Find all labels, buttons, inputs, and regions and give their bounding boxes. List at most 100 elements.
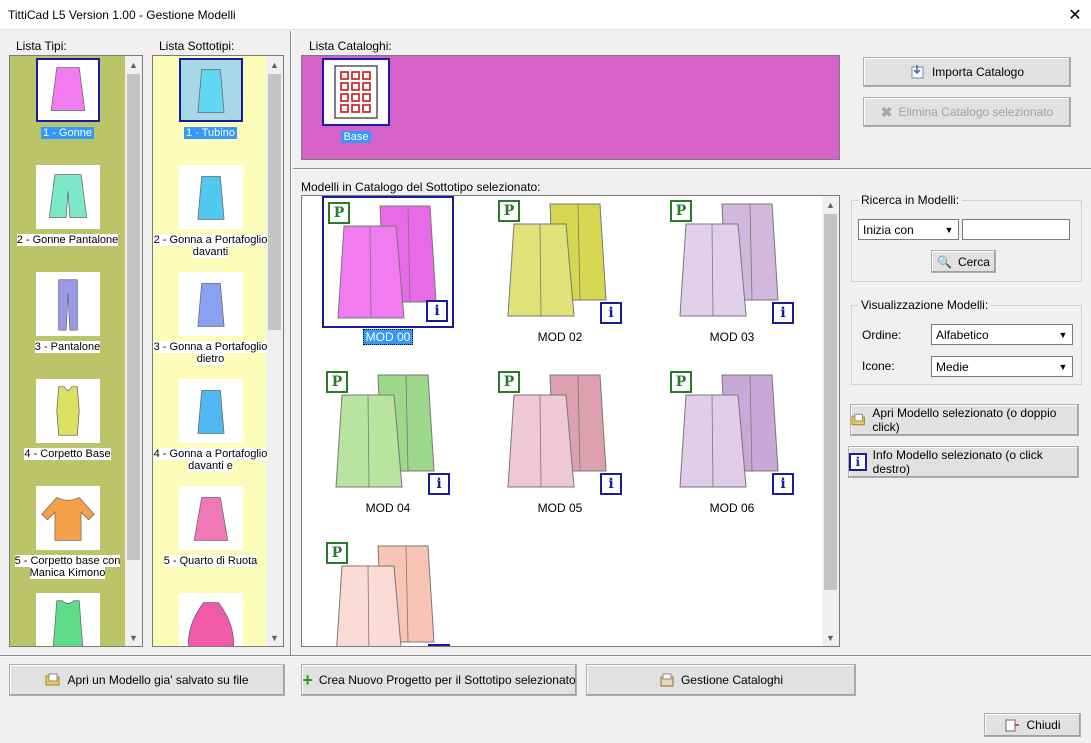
model-label: MOD 04: [365, 501, 411, 515]
garment-thumbnail: [178, 165, 243, 229]
scroll-up-icon[interactable]: ▲: [266, 56, 283, 73]
info-icon[interactable]: i: [772, 302, 794, 324]
model-thumbnail: Pi: [494, 367, 626, 499]
list-item[interactable]: 2 - Gonne Pantalone: [10, 165, 125, 246]
crea-progetto-button[interactable]: + Crea Nuovo Progetto per il Sottotipo s…: [301, 664, 577, 696]
model-label: MOD 06: [709, 501, 755, 515]
info-icon[interactable]: i: [428, 644, 450, 646]
list-item[interactable]: 1 - Gonne: [10, 58, 125, 139]
garment-thumbnail: [178, 593, 243, 646]
model-thumbnail: Pi: [322, 538, 454, 646]
list-item[interactable]: 3 - Pantalone: [10, 272, 125, 353]
catalog-grid-icon: [322, 58, 390, 126]
tipi-scrollbar[interactable]: ▲ ▼: [125, 56, 142, 646]
scroll-thumb[interactable]: [127, 74, 140, 560]
project-badge-icon: P: [498, 371, 520, 393]
list-item[interactable]: 1 - Tubino: [153, 58, 268, 139]
ricerca-mode-select[interactable]: Inizia con ▼: [858, 219, 959, 240]
list-item[interactable]: [153, 593, 268, 646]
import-icon: [911, 65, 924, 79]
scroll-down-icon[interactable]: ▼: [125, 629, 142, 646]
delete-x-icon: ✖: [880, 103, 893, 120]
modelli-list[interactable]: ▲ ▼ Pi MOD 00 Pi MOD 02 Pi MOD 03 Pi MOD 04 Pi MO…: [301, 195, 840, 647]
tipi-list[interactable]: ▲ ▼ 1 - Gonne 2 - Gonne Pantalone 3 - Pant…: [9, 55, 143, 647]
chevron-down-icon: ▼: [1058, 329, 1068, 340]
garment-thumbnail: [35, 272, 100, 336]
icone-select[interactable]: Medie ▼: [931, 356, 1073, 377]
scroll-up-icon[interactable]: ▲: [822, 196, 839, 213]
garment-thumbnail: [35, 486, 100, 550]
apri-modello-label: Apri Modello selezionato (o doppio click…: [872, 406, 1057, 434]
info-icon[interactable]: i: [772, 473, 794, 495]
ricerca-text-input[interactable]: [962, 219, 1070, 240]
catalog-label: Base: [341, 131, 371, 143]
tipi-label: Lista Tipi:: [16, 39, 67, 53]
cataloghi-label: Lista Cataloghi:: [309, 39, 392, 53]
list-item[interactable]: 3 - Gonna a Portafoglio dietro: [153, 272, 268, 365]
chiudi-label: Chiudi: [1026, 718, 1061, 732]
visualizzazione-label: Visualizzazione Modelli:: [858, 298, 992, 312]
modelli-label: Modelli in Catalogo del Sottotipo selezi…: [301, 180, 541, 194]
gestione-label: Gestione Cataloghi: [680, 673, 784, 687]
model-label: MOD 03: [709, 330, 755, 344]
scroll-thumb[interactable]: [268, 74, 281, 330]
importa-label: Importa Catalogo: [931, 65, 1025, 79]
elimina-label: Elimina Catalogo selezionato: [898, 105, 1054, 119]
chiudi-button[interactable]: Chiudi: [984, 713, 1081, 737]
sottotipi-list[interactable]: ▲ ▼ 1 - Tubino 2 - Gonna a Portafoglio da…: [152, 55, 284, 647]
garment-thumbnail: [35, 58, 100, 122]
list-item[interactable]: [10, 593, 125, 646]
info-modello-button[interactable]: i Info Modello selezionato (o click dest…: [848, 446, 1079, 478]
ordine-label: Ordine:: [862, 328, 902, 342]
info-icon[interactable]: i: [428, 473, 450, 495]
list-item[interactable]: 2 - Gonna a Portafoglio davanti: [153, 165, 268, 258]
garment-thumbnail: [35, 593, 100, 646]
scroll-down-icon[interactable]: ▼: [822, 629, 839, 646]
gestione-cataloghi-button[interactable]: Gestione Cataloghi: [586, 664, 856, 696]
model-thumbnail: Pi: [666, 196, 798, 328]
model-thumbnail: Pi: [322, 367, 454, 499]
project-badge-icon: P: [326, 371, 348, 393]
project-badge-icon: P: [498, 200, 520, 222]
elimina-catalogo-button[interactable]: ✖ Elimina Catalogo selezionato: [863, 97, 1071, 127]
cerca-label: Cerca: [957, 254, 990, 269]
info-icon[interactable]: i: [600, 473, 622, 495]
list-item[interactable]: 5 - Corpetto base con Manica Kimono: [10, 486, 125, 579]
apri-modello-button[interactable]: Apri Modello selezionato (o doppio click…: [850, 404, 1079, 436]
list-item-label: 5 - Corpetto base con Manica Kimono: [14, 555, 121, 579]
garment-thumbnail: [178, 58, 243, 122]
list-item[interactable]: 4 - Gonna a Portafoglio davanti e: [153, 379, 268, 472]
title-bar: TittiCad L5 Version 1.00 - Gestione Mode…: [0, 0, 1091, 30]
model-label: MOD 00: [322, 329, 454, 345]
catalog-item-base[interactable]: Base: [322, 58, 390, 143]
catalog-manage-icon: [660, 673, 674, 687]
info-icon[interactable]: i: [426, 300, 448, 322]
project-badge-icon: P: [326, 542, 348, 564]
list-item-label: 2 - Gonna a Portafoglio davanti: [153, 234, 268, 258]
model-thumbnail: Pi: [666, 367, 798, 499]
list-item-label: 1 - Tubino: [184, 127, 237, 139]
scroll-thumb[interactable]: [824, 214, 837, 590]
scroll-down-icon[interactable]: ▼: [266, 629, 283, 646]
open-folder-icon: [851, 413, 865, 426]
chevron-down-icon: ▼: [1058, 361, 1068, 372]
apri-file-label: Apri un Modello gia' salvato su file: [67, 673, 249, 687]
scroll-up-icon[interactable]: ▲: [125, 56, 142, 73]
list-item-label: 1 - Gonne: [41, 127, 94, 139]
list-item[interactable]: 5 - Quarto di Ruota: [153, 486, 268, 567]
garment-thumbnail: [178, 379, 243, 443]
list-item-label: 3 - Gonna a Portafoglio dietro: [153, 341, 268, 365]
project-badge-icon: P: [670, 200, 692, 222]
info-icon[interactable]: i: [600, 302, 622, 324]
sottotipi-scrollbar[interactable]: ▲ ▼: [266, 56, 283, 646]
cerca-button[interactable]: 🔍 Cerca: [931, 250, 996, 273]
importa-catalogo-button[interactable]: Importa Catalogo: [863, 57, 1071, 87]
cataloghi-list[interactable]: Base: [301, 55, 840, 160]
garment-thumbnail: [35, 165, 100, 229]
apri-file-button[interactable]: Apri un Modello gia' salvato su file: [9, 664, 285, 696]
list-item[interactable]: 4 - Corpetto Base: [10, 379, 125, 460]
list-item-label: 2 - Gonne Pantalone: [16, 234, 119, 246]
close-icon[interactable]: ✕: [1059, 0, 1091, 30]
modelli-scrollbar[interactable]: ▲ ▼: [822, 196, 839, 646]
ordine-select[interactable]: Alfabetico ▼: [931, 324, 1073, 345]
